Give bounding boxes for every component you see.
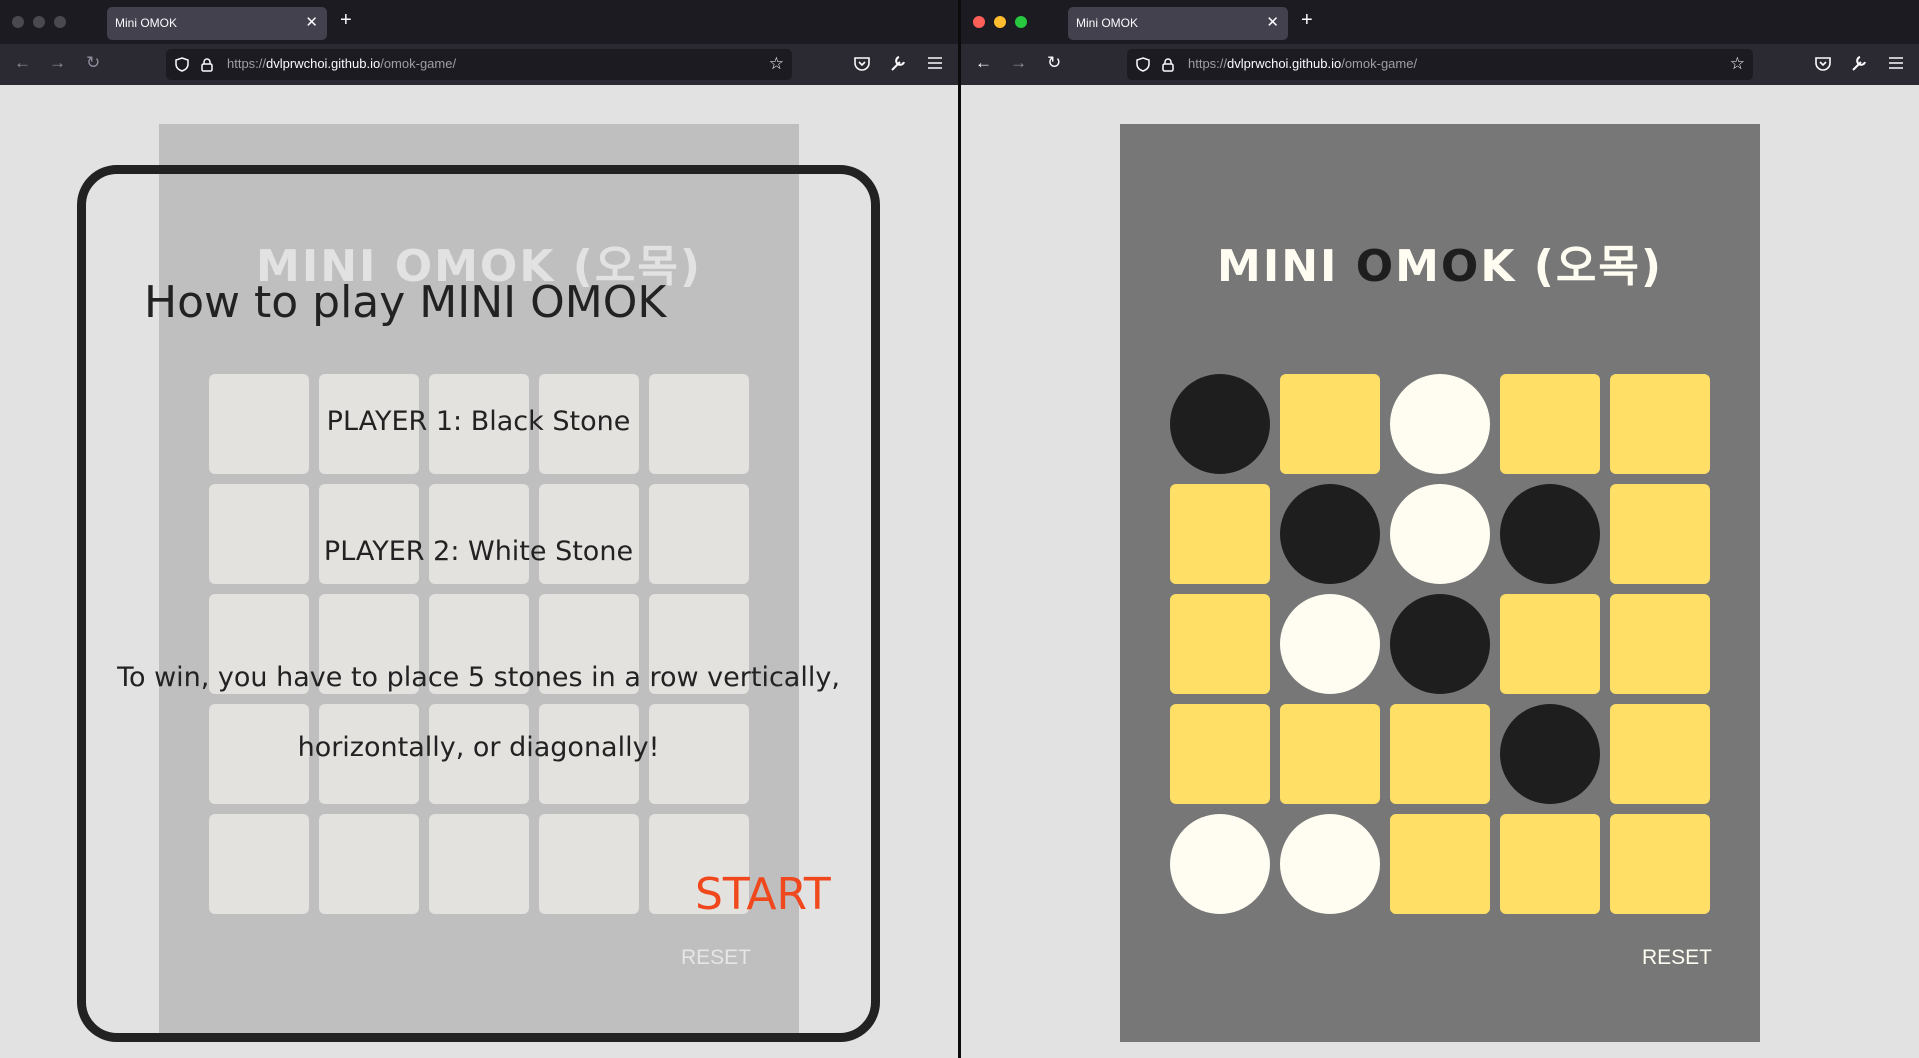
board-cell[interactable]: [1390, 704, 1490, 804]
start-button[interactable]: START: [695, 869, 831, 920]
browser-window-left: Mini OMOK ✕ + ← → ↻ https://dvlprwchoi.g…: [0, 0, 958, 1058]
white-stone[interactable]: [1170, 814, 1270, 914]
url-bar[interactable]: https://dvlprwchoi.github.io/omok-game/ …: [1127, 49, 1753, 80]
navigation-bar: ← → ↻ https://dvlprwchoi.github.io/omok-…: [961, 44, 1919, 85]
wrench-icon[interactable]: [888, 52, 908, 74]
player2-text: PLAYER 2: White Stone: [323, 536, 634, 567]
tab-bar: Mini OMOK ✕ +: [0, 0, 958, 44]
lock-icon[interactable]: [200, 57, 214, 72]
close-window-button[interactable]: [12, 16, 24, 28]
url-text[interactable]: https://dvlprwchoi.github.io/omok-game/: [227, 56, 456, 71]
board-cell[interactable]: [1610, 594, 1710, 694]
tab-mini-omok[interactable]: Mini OMOK ✕: [107, 7, 327, 40]
url-text[interactable]: https://dvlprwchoi.github.io/omok-game/: [1188, 56, 1417, 71]
forward-button[interactable]: →: [1010, 53, 1027, 73]
white-stone[interactable]: [1280, 814, 1380, 914]
maximize-window-button[interactable]: [1015, 16, 1027, 28]
menu-icon[interactable]: [1886, 52, 1906, 74]
navigation-bar: ← → ↻ https://dvlprwchoi.github.io/omok-…: [0, 44, 958, 85]
board-cell[interactable]: [1500, 814, 1600, 914]
modal-overlay: How to play MINI OMOK PLAYER 1: Black St…: [0, 85, 958, 1058]
win-rule-line2: horizontally, or diagonally!: [297, 732, 660, 763]
new-tab-button[interactable]: +: [1301, 9, 1313, 32]
window-controls: [973, 16, 1027, 28]
tab-title: Mini OMOK: [1076, 16, 1139, 30]
reload-button[interactable]: ↻: [86, 53, 100, 73]
game-board: [1170, 374, 1710, 914]
minimize-window-button[interactable]: [994, 16, 1006, 28]
bookmark-star-icon[interactable]: ☆: [769, 54, 784, 74]
board-cell[interactable]: [1610, 484, 1710, 584]
forward-button[interactable]: →: [49, 53, 66, 73]
black-stone[interactable]: [1390, 594, 1490, 694]
tab-close-icon[interactable]: ✕: [305, 13, 318, 31]
window-controls: [12, 16, 66, 28]
how-to-play-modal: How to play MINI OMOK PLAYER 1: Black St…: [77, 165, 880, 1042]
board-cell[interactable]: [1500, 594, 1600, 694]
black-stone[interactable]: [1280, 484, 1380, 584]
browser-window-right: Mini OMOK ✕ + ← → ↻ https://dvlprwchoi.g…: [961, 0, 1919, 1058]
maximize-window-button[interactable]: [54, 16, 66, 28]
black-stone[interactable]: [1500, 704, 1600, 804]
white-stone[interactable]: [1280, 594, 1380, 694]
page-content: MINI OMOK (오목) RESET: [961, 85, 1919, 1058]
board-cell[interactable]: [1280, 374, 1380, 474]
board-cell[interactable]: [1500, 374, 1600, 474]
board-cell[interactable]: [1610, 704, 1710, 804]
modal-title: How to play MINI OMOK: [144, 277, 667, 328]
white-stone[interactable]: [1390, 374, 1490, 474]
board-cell[interactable]: [1170, 704, 1270, 804]
minimize-window-button[interactable]: [33, 16, 45, 28]
win-rule-line1: To win, you have to place 5 stones in a …: [117, 662, 840, 693]
close-window-button[interactable]: [973, 16, 985, 28]
new-tab-button[interactable]: +: [340, 9, 352, 32]
game-container: MINI OMOK (오목) RESET: [1120, 124, 1760, 1042]
board-cell[interactable]: [1170, 594, 1270, 694]
reset-button[interactable]: RESET: [1642, 946, 1712, 970]
wrench-icon[interactable]: [1849, 52, 1869, 74]
player1-text: PLAYER 1: Black Stone: [326, 406, 631, 437]
board-cell[interactable]: [1170, 484, 1270, 584]
tab-title: Mini OMOK: [115, 16, 178, 30]
shield-icon[interactable]: [1136, 57, 1150, 72]
shield-icon[interactable]: [175, 57, 189, 72]
pocket-icon[interactable]: [1813, 52, 1833, 74]
white-stone[interactable]: [1390, 484, 1490, 584]
board-cell[interactable]: [1390, 814, 1490, 914]
bookmark-star-icon[interactable]: ☆: [1730, 54, 1745, 74]
board-cell[interactable]: [1610, 814, 1710, 914]
pocket-icon[interactable]: [852, 52, 872, 74]
tab-bar: Mini OMOK ✕ +: [961, 0, 1919, 44]
lock-icon[interactable]: [1161, 57, 1175, 72]
back-button[interactable]: ←: [14, 53, 31, 73]
board-cell[interactable]: [1280, 704, 1380, 804]
reload-button[interactable]: ↻: [1047, 53, 1061, 73]
menu-icon[interactable]: [925, 52, 945, 74]
board-cell[interactable]: [1610, 374, 1710, 474]
black-stone[interactable]: [1170, 374, 1270, 474]
tab-close-icon[interactable]: ✕: [1266, 13, 1279, 31]
desktop: Mini OMOK ✕ + ← → ↻ https://dvlprwchoi.g…: [0, 0, 1919, 1058]
back-button[interactable]: ←: [975, 53, 992, 73]
black-stone[interactable]: [1500, 484, 1600, 584]
game-title: MINI OMOK (오목): [1217, 241, 1663, 292]
tab-mini-omok[interactable]: Mini OMOK ✕: [1068, 7, 1288, 40]
url-bar[interactable]: https://dvlprwchoi.github.io/omok-game/ …: [166, 49, 792, 80]
